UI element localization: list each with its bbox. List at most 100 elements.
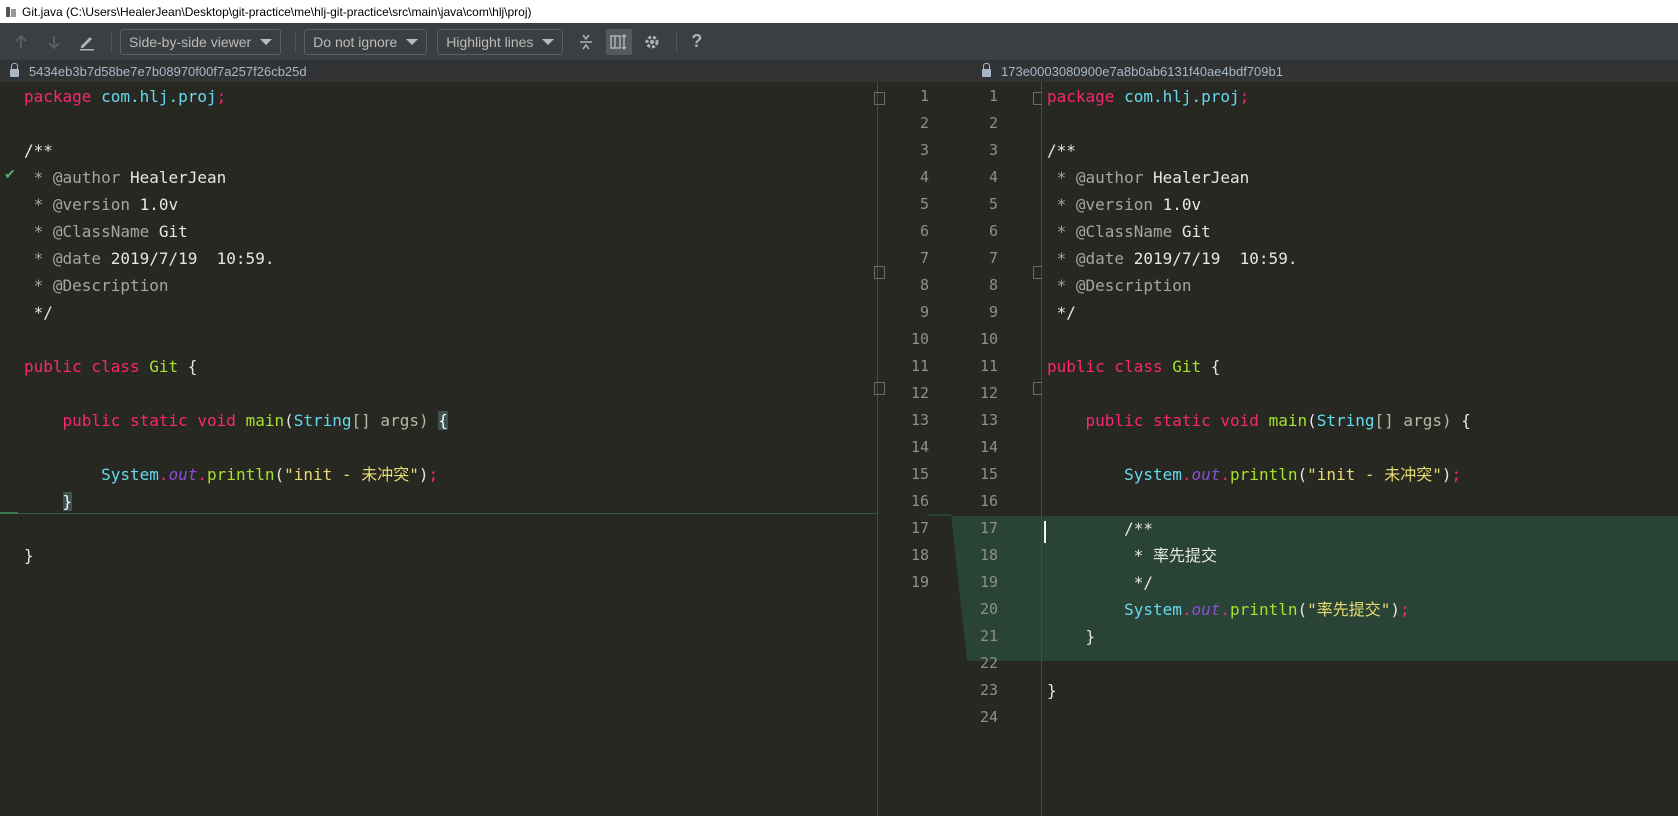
- toolbar-separator: [295, 30, 297, 53]
- code-line: }: [1047, 627, 1096, 646]
- left-revision-hash: 5434eb3b7d58be7e7b08970f00f7a257f26cb25d: [29, 63, 307, 79]
- window-title-bar: Git.java (C:\Users\HealerJean\Desktop\gi…: [0, 0, 1678, 23]
- gutter-divider: [877, 82, 878, 816]
- highlight-mode-dropdown[interactable]: Highlight lines: [437, 28, 564, 55]
- line-number: 15: [979, 465, 998, 483]
- code-line: * @date 2019/7/19 10:59.: [1047, 249, 1298, 268]
- line-number: 16: [979, 492, 998, 510]
- line-number: 15: [910, 465, 929, 483]
- line-number: 9: [988, 303, 998, 321]
- line-number: 13: [910, 411, 929, 429]
- code-line: /**: [24, 141, 53, 160]
- line-number: 11: [910, 357, 929, 375]
- line-number: 5: [988, 195, 998, 213]
- help-button[interactable]: ?: [691, 31, 702, 52]
- window-title: Git.java (C:\Users\HealerJean\Desktop\gi…: [22, 4, 532, 19]
- code-line: System.out.println("init - 未冲突");: [24, 465, 439, 484]
- line-number: 22: [979, 654, 998, 672]
- line-number: 6: [919, 222, 929, 240]
- code-line: * @version 1.0v: [24, 195, 179, 214]
- lock-icon: [982, 63, 991, 77]
- lock-icon: [10, 63, 19, 77]
- code-line: public class Git {: [1047, 357, 1221, 376]
- line-number: 20: [979, 600, 998, 618]
- line-number: 8: [988, 276, 998, 294]
- line-number: 4: [988, 168, 998, 186]
- line-number: 8: [919, 276, 929, 294]
- line-number: 16: [910, 492, 929, 510]
- code-line: * @Description: [24, 276, 169, 295]
- line-number: 24: [979, 708, 998, 726]
- line-number: 10: [910, 330, 929, 348]
- line-number: 18: [979, 546, 998, 564]
- chevron-down-icon: [260, 38, 273, 45]
- code-line: */: [1047, 573, 1153, 592]
- line-number: 19: [979, 573, 998, 591]
- line-number: 7: [919, 249, 929, 267]
- code-line: System.out.println("init - 未冲突");: [1047, 465, 1462, 484]
- line-number: 19: [910, 573, 929, 591]
- toolbar-separator: [676, 30, 678, 53]
- code-line: * @date 2019/7/19 10:59.: [24, 249, 275, 268]
- whitespace-ignore-dropdown[interactable]: Do not ignore: [304, 28, 428, 55]
- viewer-mode-dropdown[interactable]: Side-by-side viewer: [120, 28, 282, 55]
- line-number: 4: [919, 168, 929, 186]
- line-number: 18: [910, 546, 929, 564]
- code-line: * @ClassName Git: [24, 222, 188, 241]
- chevron-down-icon: [542, 38, 555, 45]
- left-editor-pane[interactable]: ✔ package com.hlj.proj; /** * @author He…: [0, 82, 877, 816]
- code-line: * @author HealerJean: [1047, 168, 1250, 187]
- code-line: public class Git {: [24, 357, 198, 376]
- left-revision-header: 5434eb3b7d58be7e7b08970f00f7a257f26cb25d: [0, 60, 872, 82]
- code-line: * @ClassName Git: [1047, 222, 1211, 241]
- fold-marker-icon[interactable]: [874, 92, 885, 105]
- viewer-mode-label: Side-by-side viewer: [129, 33, 252, 50]
- code-line: /**: [1047, 141, 1076, 160]
- line-number: 12: [910, 384, 929, 402]
- fold-marker-icon[interactable]: [874, 266, 885, 279]
- right-editor-pane[interactable]: package com.hlj.proj; /** * @author Heal…: [1042, 82, 1678, 816]
- line-number: 9: [919, 303, 929, 321]
- code-line: }: [1047, 681, 1057, 700]
- line-number: 7: [988, 249, 998, 267]
- line-number: 17: [979, 519, 998, 537]
- highlight-mode-label: Highlight lines: [446, 33, 534, 50]
- toolbar-separator: [111, 30, 112, 53]
- edit-source-icon[interactable]: [74, 29, 100, 55]
- code-line: public static void main(String[] args) {: [24, 411, 448, 430]
- code-line: }: [62, 492, 73, 511]
- chevron-down-icon: [406, 38, 419, 45]
- line-number: 14: [910, 438, 929, 456]
- code-line: */: [24, 303, 53, 322]
- no-problems-check-icon: ✔: [4, 166, 16, 182]
- code-line: package com.hlj.proj;: [24, 87, 227, 106]
- line-number: 1: [919, 87, 929, 105]
- line-number: 3: [919, 141, 929, 159]
- right-revision-hash: 173e0003080900e7a8b0ab6131f40ae4bdf709b1: [1001, 63, 1283, 79]
- code-line: System.out.println("率先提交");: [1047, 600, 1410, 619]
- line-number: 3: [988, 141, 998, 159]
- code-line: */: [1047, 303, 1076, 322]
- fold-marker-icon[interactable]: [874, 382, 885, 395]
- synchronize-scrolling-icon[interactable]: [606, 28, 633, 55]
- line-number: 5: [919, 195, 929, 213]
- collapse-unchanged-icon[interactable]: [573, 29, 599, 55]
- next-difference-icon[interactable]: [41, 29, 67, 55]
- line-number: 2: [919, 114, 929, 132]
- line-number: 17: [910, 519, 929, 537]
- insertion-line: [18, 513, 877, 514]
- whitespace-ignore-label: Do not ignore: [313, 33, 398, 50]
- line-number: 23: [979, 681, 998, 699]
- diff-toolbar: Side-by-side viewer Do not ignore Highli…: [0, 23, 1678, 60]
- change-marker: [0, 512, 18, 514]
- line-number: 14: [979, 438, 998, 456]
- previous-difference-icon[interactable]: [8, 29, 34, 55]
- line-number: 10: [979, 330, 998, 348]
- text-caret: [1044, 521, 1046, 543]
- code-line: package com.hlj.proj;: [1047, 87, 1250, 106]
- settings-gear-icon[interactable]: [639, 29, 665, 55]
- line-number: 12: [979, 384, 998, 402]
- code-line: * @version 1.0v: [1047, 195, 1202, 214]
- file-icon: [5, 6, 17, 18]
- line-number: 6: [988, 222, 998, 240]
